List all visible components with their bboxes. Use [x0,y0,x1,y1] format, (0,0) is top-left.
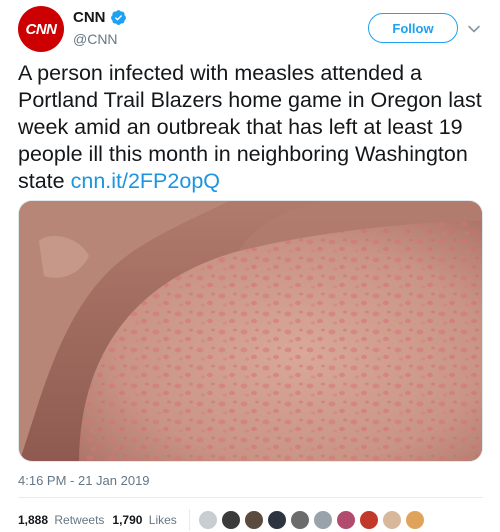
liker-avatar[interactable] [266,510,287,530]
liker-avatar[interactable] [381,510,402,530]
name-row: CNN [73,9,127,26]
liker-avatar[interactable] [404,510,425,530]
liker-avatar[interactable] [358,510,379,530]
measles-rash-photo [19,201,482,461]
liker-avatar[interactable] [335,510,356,530]
follow-button[interactable]: Follow [368,13,458,43]
liker-avatar[interactable] [220,510,241,530]
avatar-logo-text: CNN [25,20,58,38]
retweets-stat[interactable]: 1,888 Retweets [18,513,104,527]
liker-avatar[interactable] [312,510,333,530]
likes-label: Likes [148,513,177,527]
tweet-stats: 1,888 Retweets 1,790 Likes [18,509,428,531]
likes-stat[interactable]: 1,790 Likes [112,513,176,527]
stats-divider [188,509,190,531]
tweet-photo[interactable] [18,200,483,462]
divider [18,497,483,498]
likes-count: 1,790 [112,513,143,527]
liker-avatar[interactable] [243,510,264,530]
author-block: CNN @CNN [73,9,127,47]
tweet-link[interactable]: cnn.it/2FP2opQ [71,169,220,193]
retweets-label: Retweets [54,513,105,527]
tweet-header: CNN CNN @CNN Follow [18,6,488,54]
tweet-timestamp[interactable]: 4:16 PM - 21 Jan 2019 [18,473,150,488]
liker-avatars [197,510,428,530]
display-name[interactable]: CNN [73,9,106,26]
tweet-text: A person infected with measles attended … [18,60,484,195]
chevron-down-icon[interactable] [467,22,481,36]
avatar[interactable]: CNN [18,6,64,52]
user-handle[interactable]: @CNN [73,31,127,47]
liker-avatar[interactable] [197,510,218,530]
verified-badge-icon [110,10,126,25]
liker-avatar[interactable] [289,510,310,530]
retweets-count: 1,888 [18,513,49,527]
